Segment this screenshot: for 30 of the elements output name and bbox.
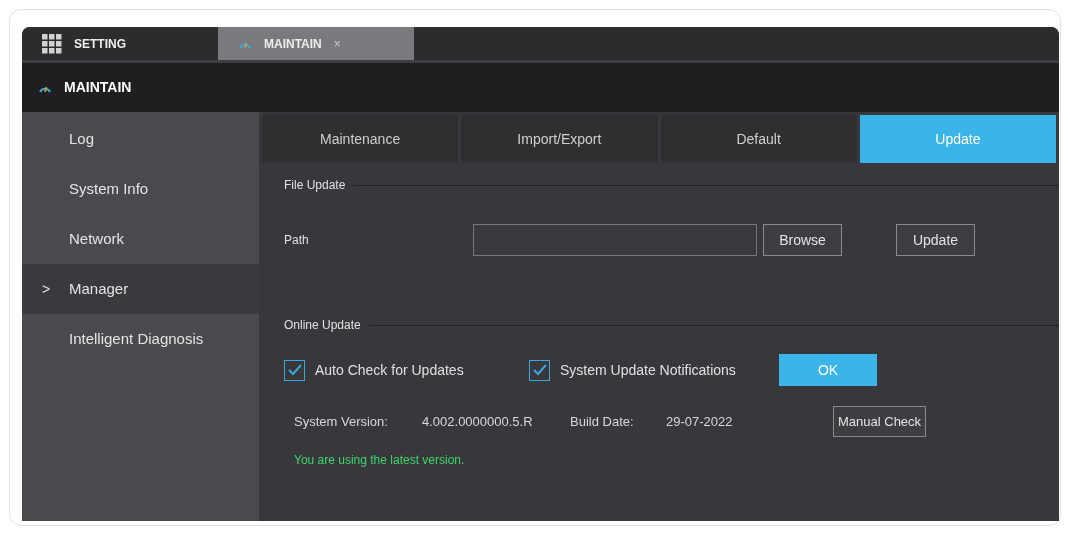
update-button[interactable]: Update xyxy=(896,224,975,256)
sidebar-item[interactable]: System Info xyxy=(22,164,259,214)
tab-label: MAINTAIN xyxy=(264,35,322,53)
manual-check-button[interactable]: Manual Check xyxy=(833,406,927,437)
sidebar-item[interactable]: Intelligent Diagnosis xyxy=(22,314,259,364)
status-message: You are using the latest version. xyxy=(293,452,466,469)
top-tab[interactable]: SETTING xyxy=(22,27,218,60)
tab[interactable]: Default xyxy=(660,115,857,163)
tab[interactable]: Import/Export xyxy=(461,115,658,163)
page-title: MAINTAIN xyxy=(64,78,132,97)
sidebar-item[interactable]: > Manager xyxy=(22,264,259,314)
version-label: System Version: xyxy=(294,412,389,431)
version-value: 4.002.0000000.5.R xyxy=(422,412,534,431)
top-tab[interactable]: MAINTAIN × xyxy=(218,27,414,60)
checkbox[interactable] xyxy=(284,359,305,381)
date-value: 29-07-2022 xyxy=(666,412,734,431)
date-label: Build Date: xyxy=(570,412,635,431)
checkbox-label: System Update Notifications xyxy=(560,360,736,380)
sidebar-item[interactable]: Log xyxy=(22,114,259,164)
browse-button[interactable]: Browse xyxy=(763,224,842,256)
field-label: Path xyxy=(284,232,310,249)
section-legend: Online Update xyxy=(284,316,361,334)
checkbox[interactable] xyxy=(529,359,550,381)
sidebar-item[interactable]: Network xyxy=(22,214,259,264)
section-legend: File Update xyxy=(284,176,346,194)
tab-label: SETTING xyxy=(74,35,126,53)
tab[interactable]: Maintenance xyxy=(262,115,459,163)
path-field[interactable] xyxy=(473,224,757,256)
checkbox-label: Auto Check for Updates xyxy=(315,360,464,380)
grid-icon xyxy=(42,33,62,54)
